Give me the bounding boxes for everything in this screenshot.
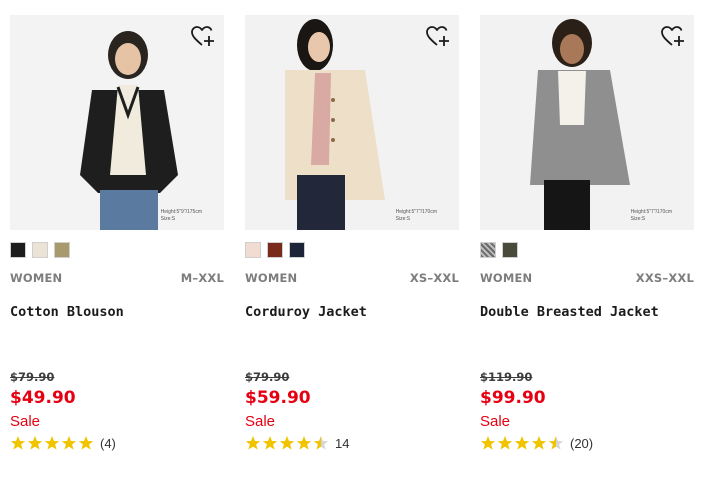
- star-icon: [279, 436, 295, 450]
- product-card[interactable]: Height:5"7"/170cm Size:S WOMEN XXS–XXL D…: [480, 15, 694, 452]
- product-image[interactable]: Height:5"7"/170cm Size:S: [245, 15, 459, 230]
- color-swatch[interactable]: [502, 242, 518, 258]
- sale-price: $99.90: [480, 388, 546, 408]
- sale-flag: Sale: [480, 413, 511, 430]
- star-icon: [61, 436, 77, 450]
- model-size-note: Height:5"7"/170cm Size:S: [630, 209, 672, 222]
- product-category: WOMEN: [10, 271, 63, 285]
- star-icon: [296, 436, 312, 450]
- star-icon: [78, 436, 94, 450]
- color-swatch[interactable]: [267, 242, 283, 258]
- star-icon: [548, 436, 564, 450]
- product-category: WOMEN: [245, 271, 298, 285]
- product-card[interactable]: Height:5"7"/170cm Size:S WOMEN XS–XXL Co…: [245, 15, 459, 452]
- product-sizes: XS–XXL: [409, 271, 459, 285]
- star-icon: [497, 436, 513, 450]
- star-icon: [44, 436, 60, 450]
- model-size-note: Height:5"7"/170cm Size:S: [395, 209, 437, 222]
- product-meta: WOMEN XS–XXL: [245, 271, 459, 285]
- color-swatches: [480, 242, 694, 258]
- product-category: WOMEN: [480, 271, 533, 285]
- rating-stars: [10, 435, 94, 451]
- color-swatch[interactable]: [480, 242, 496, 258]
- review-count: (4): [100, 435, 116, 451]
- color-swatch[interactable]: [245, 242, 261, 258]
- product-rating[interactable]: (4): [10, 434, 224, 452]
- product-image[interactable]: Height:5"7"/170cm Size:S: [480, 15, 694, 230]
- heart-plus-icon[interactable]: [660, 24, 686, 50]
- sale-flag: Sale: [10, 413, 41, 430]
- product-image[interactable]: Height:5"9"/175cm Size:S: [10, 15, 224, 230]
- star-icon: [313, 436, 329, 450]
- color-swatches: [245, 242, 459, 258]
- review-count: (20): [570, 435, 594, 451]
- product-card[interactable]: Height:5"9"/175cm Size:S WOMEN M–XXL Cot…: [10, 15, 224, 452]
- product-grid: Height:5"9"/175cm Size:S WOMEN M–XXL Cot…: [10, 15, 694, 452]
- color-swatch[interactable]: [32, 242, 48, 258]
- sale-price: $49.90: [10, 388, 76, 408]
- model-size-note: Height:5"9"/175cm Size:S: [160, 209, 202, 222]
- product-sizes: M–XXL: [180, 271, 224, 285]
- star-icon: [27, 436, 43, 450]
- color-swatch[interactable]: [54, 242, 70, 258]
- color-swatches: [10, 242, 224, 258]
- product-rating[interactable]: 14: [245, 434, 459, 452]
- original-price: $119.90: [480, 370, 533, 384]
- sale-flag: Sale: [245, 413, 276, 430]
- color-swatch[interactable]: [289, 242, 305, 258]
- product-meta: WOMEN XXS–XXL: [480, 271, 694, 285]
- heart-plus-icon[interactable]: [425, 24, 451, 50]
- star-icon: [262, 436, 278, 450]
- sale-price: $59.90: [245, 388, 311, 408]
- star-icon: [245, 436, 261, 450]
- star-icon: [10, 436, 26, 450]
- star-icon: [531, 436, 547, 450]
- product-meta: WOMEN M–XXL: [10, 271, 224, 285]
- product-name[interactable]: Double Breasted Jacket: [480, 304, 694, 358]
- product-rating[interactable]: (20): [480, 434, 694, 452]
- rating-stars: [245, 435, 329, 451]
- star-icon: [514, 436, 530, 450]
- star-icon: [480, 436, 496, 450]
- product-name[interactable]: Cotton Blouson: [10, 304, 224, 358]
- color-swatch[interactable]: [10, 242, 26, 258]
- review-count: 14: [335, 435, 350, 451]
- heart-plus-icon[interactable]: [190, 24, 216, 50]
- original-price: $79.90: [10, 370, 55, 384]
- original-price: $79.90: [245, 370, 290, 384]
- rating-stars: [480, 435, 564, 451]
- product-sizes: XXS–XXL: [635, 271, 694, 285]
- product-name[interactable]: Corduroy Jacket: [245, 304, 459, 358]
